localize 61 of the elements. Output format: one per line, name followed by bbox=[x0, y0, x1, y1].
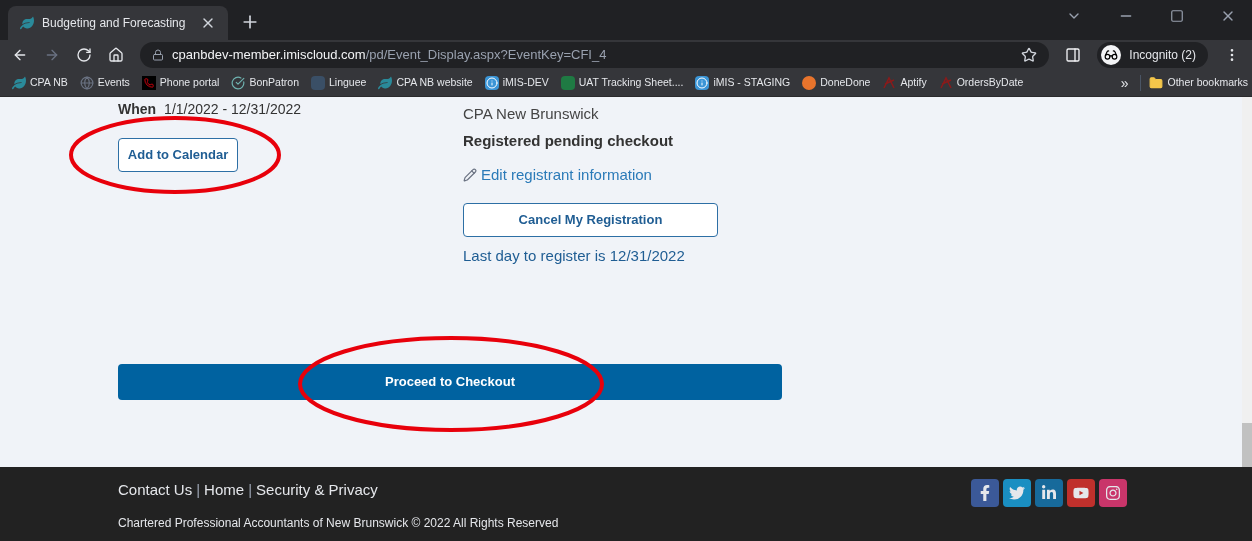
add-to-calendar-button[interactable]: Add to Calendar bbox=[118, 138, 238, 172]
instagram-icon[interactable] bbox=[1099, 479, 1127, 507]
when-value: 1/1/2022 - 12/31/2022 bbox=[164, 100, 302, 119]
bookmark[interactable]: Aptify bbox=[882, 75, 927, 91]
lock-icon bbox=[152, 49, 164, 61]
browser-tab[interactable]: Budgeting and Forecasting bbox=[8, 6, 228, 40]
bookmark[interactable]: CPA NB bbox=[12, 75, 68, 91]
pencil-icon bbox=[463, 168, 477, 183]
bookmark[interactable]: OrdersByDate bbox=[938, 75, 1024, 91]
when-label: When bbox=[118, 100, 157, 119]
leaf-icon bbox=[12, 76, 26, 90]
side-panel-icon[interactable] bbox=[1065, 47, 1082, 63]
profile-chip[interactable]: Incognito (2) bbox=[1097, 42, 1208, 68]
scrollbar[interactable] bbox=[1242, 97, 1252, 467]
star-icon[interactable] bbox=[1021, 47, 1038, 63]
linkedin-icon[interactable] bbox=[1035, 479, 1063, 507]
folder-icon bbox=[1149, 76, 1164, 90]
phone-icon bbox=[141, 76, 156, 90]
bookmark[interactable]: Linguee bbox=[311, 75, 367, 91]
tab-title: Budgeting and Forecasting bbox=[42, 15, 187, 31]
bookmark[interactable]: CPA NB website bbox=[378, 75, 473, 91]
back-icon[interactable] bbox=[12, 47, 28, 63]
bookmark[interactable]: iMIS-DEV bbox=[484, 75, 549, 91]
leaf-icon bbox=[378, 76, 393, 90]
twitter-icon[interactable] bbox=[1003, 479, 1031, 507]
edit-registrant-link[interactable]: Edit registrant information bbox=[463, 164, 718, 187]
url-text: cpanbdev-member.imiscloud.com/pd/Event_Display.aspx?EventKey=CFI_4 bbox=[172, 46, 608, 65]
footer-link[interactable]: Security & Privacy bbox=[256, 479, 378, 502]
bookmark[interactable]: DoneDone bbox=[802, 75, 871, 91]
bookmarks-overflow[interactable]: » bbox=[1120, 73, 1129, 93]
check-icon bbox=[231, 76, 246, 90]
info-icon bbox=[695, 76, 710, 90]
footer-link[interactable]: Home bbox=[204, 479, 245, 502]
proceed-to-checkout-button[interactable]: Proceed to Checkout bbox=[118, 364, 782, 400]
link-separator: | bbox=[196, 480, 201, 500]
bookmark[interactable]: iMIS - STAGING bbox=[695, 75, 791, 91]
registration-status: Registered pending checkout bbox=[463, 130, 675, 151]
reload-icon[interactable] bbox=[76, 47, 92, 63]
bookmark[interactable]: BonPatron bbox=[231, 75, 299, 91]
profile-label: Incognito (2) bbox=[1129, 47, 1196, 63]
footer-link[interactable]: Contact Us bbox=[118, 479, 193, 502]
circle-logo-icon bbox=[802, 76, 817, 90]
facebook-icon[interactable] bbox=[971, 479, 999, 507]
bookmark[interactable]: Phone portal bbox=[141, 75, 220, 91]
youtube-icon[interactable] bbox=[1067, 479, 1095, 507]
link-separator: | bbox=[248, 480, 253, 500]
cancel-registration-button[interactable]: Cancel My Registration bbox=[463, 202, 718, 237]
copyright-text: Chartered Professional Accountants of New Brunswick © 2022 All Rights Reserved bbox=[118, 514, 560, 532]
maximize-icon[interactable] bbox=[1170, 9, 1184, 23]
home-icon[interactable] bbox=[108, 47, 124, 63]
globe-icon bbox=[79, 76, 94, 90]
other-bookmarks[interactable]: Other bookmarks bbox=[1140, 75, 1248, 91]
bookmark[interactable]: Events bbox=[79, 75, 130, 91]
bookmark[interactable]: UAT Tracking Sheet.... bbox=[560, 75, 684, 91]
address-bar[interactable]: cpanbdev-member.imiscloud.com/pd/Event_Display.aspx?EventKey=CFI_4 bbox=[140, 42, 1050, 68]
incognito-icon bbox=[1101, 45, 1122, 65]
last-day-note: Last day to register is 12/31/2022 bbox=[463, 245, 686, 266]
forward-icon[interactable] bbox=[44, 47, 60, 63]
info-icon bbox=[484, 76, 499, 90]
leaf-icon bbox=[20, 16, 34, 30]
organizer: CPA New Brunswick bbox=[463, 104, 600, 124]
